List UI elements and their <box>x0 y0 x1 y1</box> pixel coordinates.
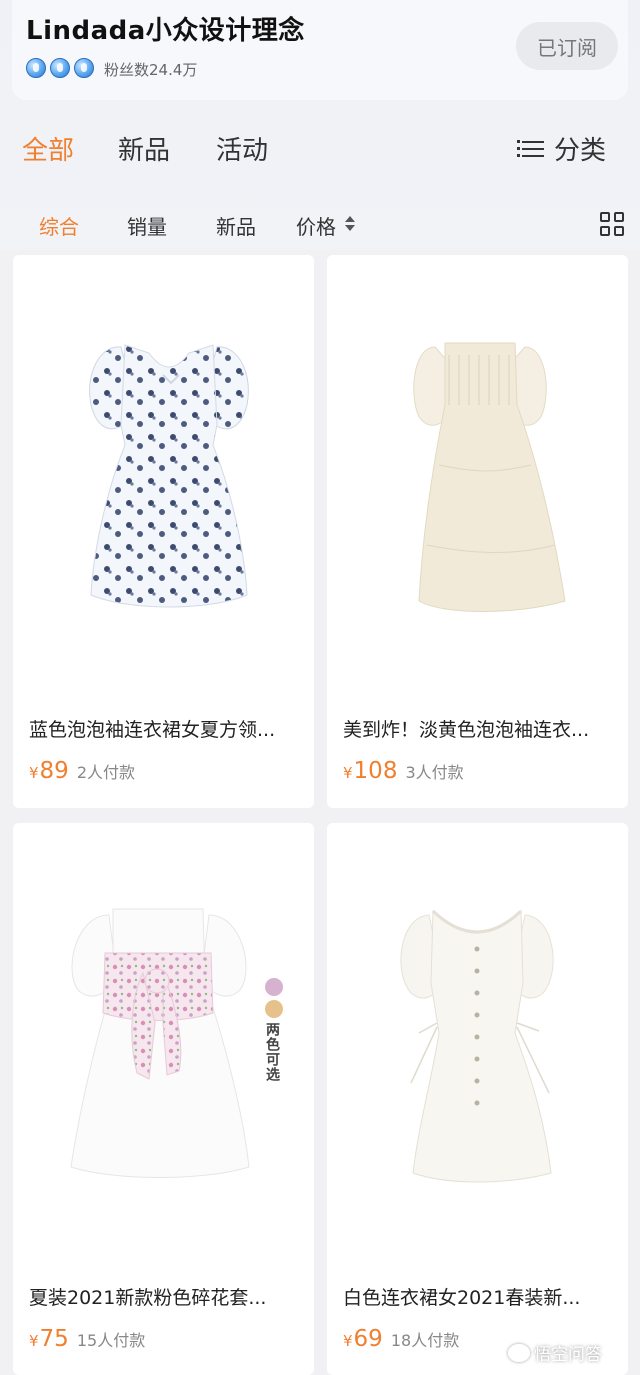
store-name: Lindada小众设计理念 <box>26 16 305 46</box>
sort-arrows-icon[interactable] <box>345 214 355 234</box>
sort-new[interactable]: 新品 <box>216 211 256 240</box>
price-row: ¥ 75 15人付款 <box>29 1326 145 1352</box>
product-card[interactable]: 蓝色泡泡袖连衣裙女夏方领... ¥ 89 2人付款 <box>13 255 314 808</box>
hot-air-balloon-icon <box>26 58 46 78</box>
sold-count: 2人付款 <box>76 763 136 782</box>
menu-icon <box>517 139 544 159</box>
price-row: ¥ 69 18人付款 <box>343 1326 459 1352</box>
watermark: 悟空问答 <box>508 1340 602 1365</box>
product-image[interactable] <box>327 823 628 1263</box>
two-colors-tag: 两色可选 <box>264 1022 280 1082</box>
sort-sales[interactable]: 销量 <box>127 211 167 240</box>
product-title[interactable]: 蓝色泡泡袖连衣裙女夏方领... <box>29 715 304 742</box>
product-image[interactable] <box>327 255 628 695</box>
product-title[interactable]: 美到炸！淡黄色泡泡袖连衣... <box>343 715 618 742</box>
product-image[interactable] <box>13 255 314 695</box>
price-row: ¥ 108 3人付款 <box>343 758 464 784</box>
currency-symbol: ¥ <box>29 764 39 782</box>
product-title[interactable]: 白色连衣裙女2021春装新... <box>343 1283 618 1310</box>
hot-air-balloon-icon <box>74 58 94 78</box>
product-title[interactable]: 夏装2021新款粉色碎花套... <box>29 1283 304 1310</box>
product-card[interactable]: 夏装2021新款粉色碎花套... ¥ 75 15人付款 <box>13 823 314 1375</box>
tab-new[interactable]: 新品 <box>118 130 170 167</box>
subscribed-button[interactable]: 已订阅 <box>516 22 618 70</box>
color-swatch-tan <box>265 1000 283 1018</box>
product-price: 75 <box>39 1326 69 1352</box>
tab-all[interactable]: 全部 <box>22 130 74 167</box>
sold-count: 15人付款 <box>76 1331 146 1350</box>
product-price: 89 <box>39 758 69 784</box>
tab-events[interactable]: 活动 <box>216 130 268 167</box>
currency-symbol: ¥ <box>343 764 353 782</box>
hot-air-balloon-icon <box>50 58 70 78</box>
dress-image-white <box>400 909 554 1183</box>
sold-count: 18人付款 <box>390 1331 460 1350</box>
fans-count: 粉丝数24.4万 <box>104 61 198 79</box>
dress-image-blue-floral <box>89 344 249 608</box>
color-swatch-pink <box>265 978 283 996</box>
sort-comprehensive[interactable]: 综合 <box>39 211 79 240</box>
sort-price[interactable]: 价格 <box>296 211 336 240</box>
store-badges <box>26 58 94 78</box>
product-price: 69 <box>353 1326 383 1352</box>
category-button[interactable]: 分类 <box>517 130 607 167</box>
currency-symbol: ¥ <box>343 1332 353 1350</box>
product-card[interactable]: 美到炸！淡黄色泡泡袖连衣... ¥ 108 3人付款 <box>327 255 628 808</box>
currency-symbol: ¥ <box>29 1332 39 1350</box>
price-row: ¥ 89 2人付款 <box>29 758 135 784</box>
category-label: 分类 <box>554 136 607 166</box>
store-header: Lindada小众设计理念 粉丝数24.4万 已订阅 全部 新品 活动 分类 综… <box>0 0 640 250</box>
grid-view-icon[interactable] <box>600 212 625 237</box>
store-card: Lindada小众设计理念 粉丝数24.4万 已订阅 <box>12 0 628 100</box>
dress-image-cream <box>413 342 566 612</box>
product-price: 108 <box>353 758 398 784</box>
speech-bubble-icon <box>508 1343 530 1362</box>
sold-count: 3人付款 <box>405 763 464 782</box>
watermark-text: 悟空问答 <box>534 1345 602 1365</box>
product-card[interactable]: 白色连衣裙女2021春装新... ¥ 69 18人付款 <box>327 823 628 1375</box>
